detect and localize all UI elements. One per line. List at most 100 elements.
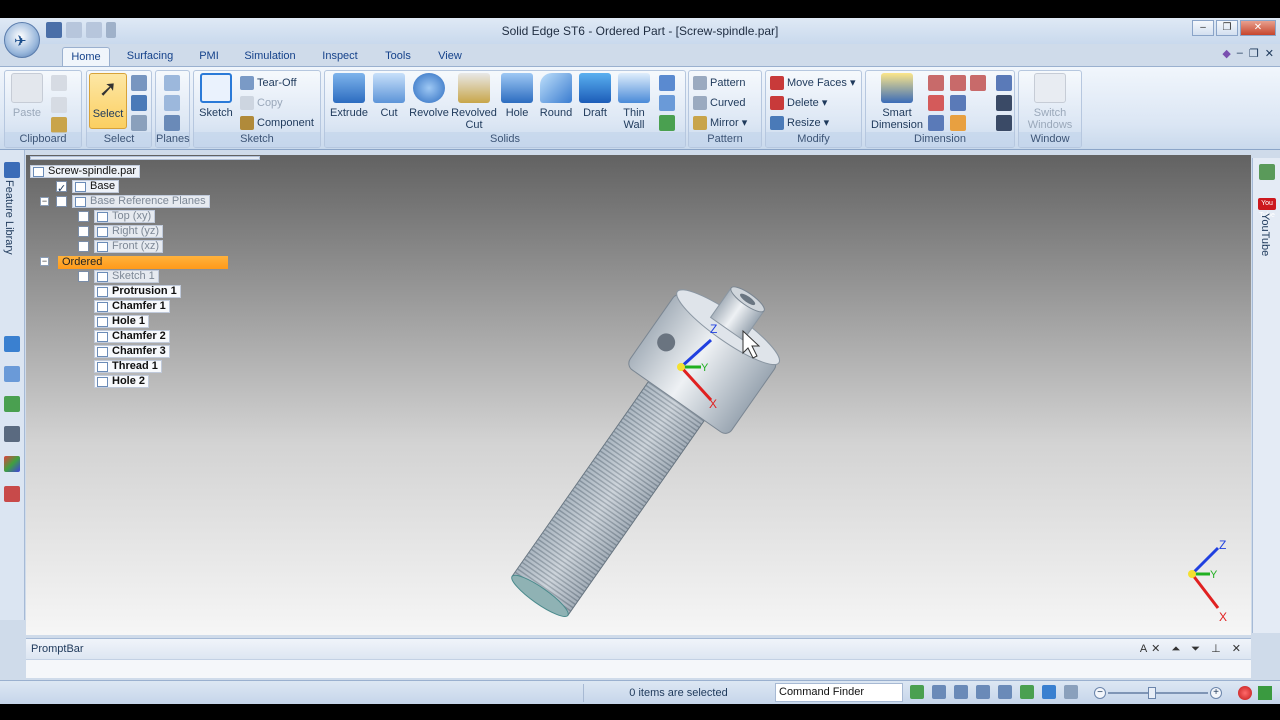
pathfinder-icon[interactable] [4,336,20,352]
tab-simulation[interactable]: Simulation [238,47,302,66]
extrude-button[interactable]: Extrude [327,73,371,119]
copy-clip-icon[interactable] [51,97,67,113]
feature-library-tab-icon[interactable] [4,162,20,178]
refresh-icon[interactable] [910,685,924,699]
move-faces-button[interactable]: Move Faces ▾ [770,74,856,92]
smart-dimension-button[interactable]: Smart Dimension [868,73,926,131]
top-plane-checkbox[interactable] [78,211,89,222]
tree-item-thread-1[interactable]: Thread 1 [94,360,162,374]
tree-item-base-reference-planes[interactable]: − Base Reference Planes [40,195,210,209]
sensors-icon[interactable] [4,396,20,412]
feature-library-tab[interactable]: Feature Library [3,180,15,255]
filter-icon[interactable] [131,95,147,111]
ref-planes-checkbox[interactable] [56,196,67,207]
delete-button[interactable]: Delete ▾ [770,94,827,112]
tree-item-top-plane[interactable]: Top (xy) [78,210,156,224]
switch-windows-button[interactable]: Switch Windows [1021,73,1079,131]
dimension-tool-icon-6[interactable] [928,115,944,131]
zoom-slider[interactable]: − + [1094,687,1222,699]
tree-item-chamfer-1[interactable]: Chamfer 1 [94,300,170,314]
pattern-button[interactable]: Pattern [693,74,745,92]
application-button[interactable]: ✈ [4,22,40,58]
zoom-out-icon[interactable]: − [1094,687,1106,699]
cut-clip-icon[interactable] [51,75,67,91]
cut-button[interactable]: Cut [373,73,405,119]
zoom-in-icon[interactable]: + [1210,687,1222,699]
mirror-button[interactable]: Mirror ▾ [693,114,747,132]
right-panel-icon[interactable] [1259,164,1275,180]
expand-icon[interactable] [1258,686,1272,700]
resize-button[interactable]: Resize ▾ [770,114,829,132]
sketch-1-checkbox[interactable] [78,271,89,282]
component-button[interactable]: Component [240,114,314,132]
tree-item-base[interactable]: ✓ Base [56,180,120,195]
zoom-area-icon[interactable] [932,685,946,699]
revolved-cut-button[interactable]: Revolved Cut [451,73,497,131]
plane-options-icon[interactable] [164,115,180,131]
youtube-icon[interactable]: You Tube [1258,198,1276,219]
text-tool-icon-2[interactable] [996,95,1012,111]
layers-icon[interactable] [4,366,20,382]
thin-wall-button[interactable]: Thin Wall [615,73,653,131]
round-button[interactable]: Round [537,73,575,119]
tab-surfacing[interactable]: Surfacing [120,47,180,66]
text-tool-icon-1[interactable] [996,75,1012,91]
color-manager-icon[interactable] [4,456,20,472]
parallel-plane-icon[interactable] [164,95,180,111]
dimension-tool-icon-3[interactable] [970,75,986,91]
solids-more-icon-1[interactable] [659,75,675,91]
dimension-tool-icon-5[interactable] [950,95,966,111]
record-icon[interactable] [1238,686,1252,700]
help-icon[interactable]: ◆ [1222,47,1230,60]
pan-icon[interactable] [998,685,1012,699]
rotate-icon[interactable] [1020,685,1034,699]
right-plane-checkbox[interactable] [78,226,89,237]
tab-view[interactable]: View [432,47,468,66]
curved-button[interactable]: Curved [693,94,745,112]
graphics-viewport[interactable]: Z Y X [26,155,1251,635]
minimize-button[interactable]: – [1192,20,1214,36]
tree-item-ordered[interactable]: − Ordered [40,255,228,269]
paste-button[interactable]: Paste [9,73,45,119]
tree-item-hole-1[interactable]: Hole 1 [94,315,150,329]
revolve-button[interactable]: Revolve [407,73,451,119]
sketch-button[interactable]: Sketch [196,73,236,119]
screw-spindle-model[interactable]: Z Y X [26,155,1251,635]
properties-icon[interactable] [4,486,20,502]
tear-off-button[interactable]: Tear-Off [240,74,297,92]
tree-item-chamfer-3[interactable]: Chamfer 3 [94,345,170,359]
tree-root[interactable]: Screw-spindle.par [30,165,141,179]
tree-resize-handle[interactable] [30,156,260,160]
base-checkbox[interactable]: ✓ [56,181,67,195]
doc-minimize-icon[interactable]: – [1237,47,1243,60]
select-button[interactable]: ➚ Select [89,73,127,129]
expand-ordered-toggle[interactable]: − [40,257,49,266]
view-orientation-icon[interactable] [1042,685,1056,699]
tree-item-right-plane[interactable]: Right (yz) [78,225,164,239]
expand-ref-planes-toggle[interactable]: − [40,197,49,206]
solids-more-icon-2[interactable] [659,95,675,111]
dimension-tool-icon-2[interactable] [950,75,966,91]
teamcenter-icon[interactable] [4,426,20,442]
tree-item-sketch-1[interactable]: Sketch 1 [78,270,159,284]
format-painter-icon[interactable] [51,117,67,133]
prompt-bar-controls[interactable]: A✕ ⏶ ⏷ ⊥ ✕ [1140,642,1245,656]
select-tool-icon[interactable] [131,75,147,91]
zoom-icon[interactable] [954,685,968,699]
dimension-tool-icon-4[interactable] [928,95,944,111]
quick-pick-icon[interactable] [131,115,147,131]
tree-item-front-plane[interactable]: Front (xz) [78,240,164,254]
fit-icon[interactable] [976,685,990,699]
command-finder-input[interactable]: Command Finder [775,683,903,702]
doc-restore-icon[interactable]: ❐ [1249,47,1259,60]
doc-close-icon[interactable]: ✕ [1265,47,1274,60]
youtube-tab[interactable]: YouTube [1259,213,1271,256]
solids-more-icon-3[interactable] [659,115,675,131]
tree-item-protrusion-1[interactable]: Protrusion 1 [94,285,181,299]
hole-button[interactable]: Hole [499,73,535,119]
tab-inspect[interactable]: Inspect [316,47,364,66]
copy-button[interactable]: Copy [240,94,283,112]
tree-item-hole-2[interactable]: Hole 2 [94,375,150,389]
zoom-slider-thumb[interactable] [1148,687,1156,699]
view-style-icon[interactable] [1064,685,1078,699]
